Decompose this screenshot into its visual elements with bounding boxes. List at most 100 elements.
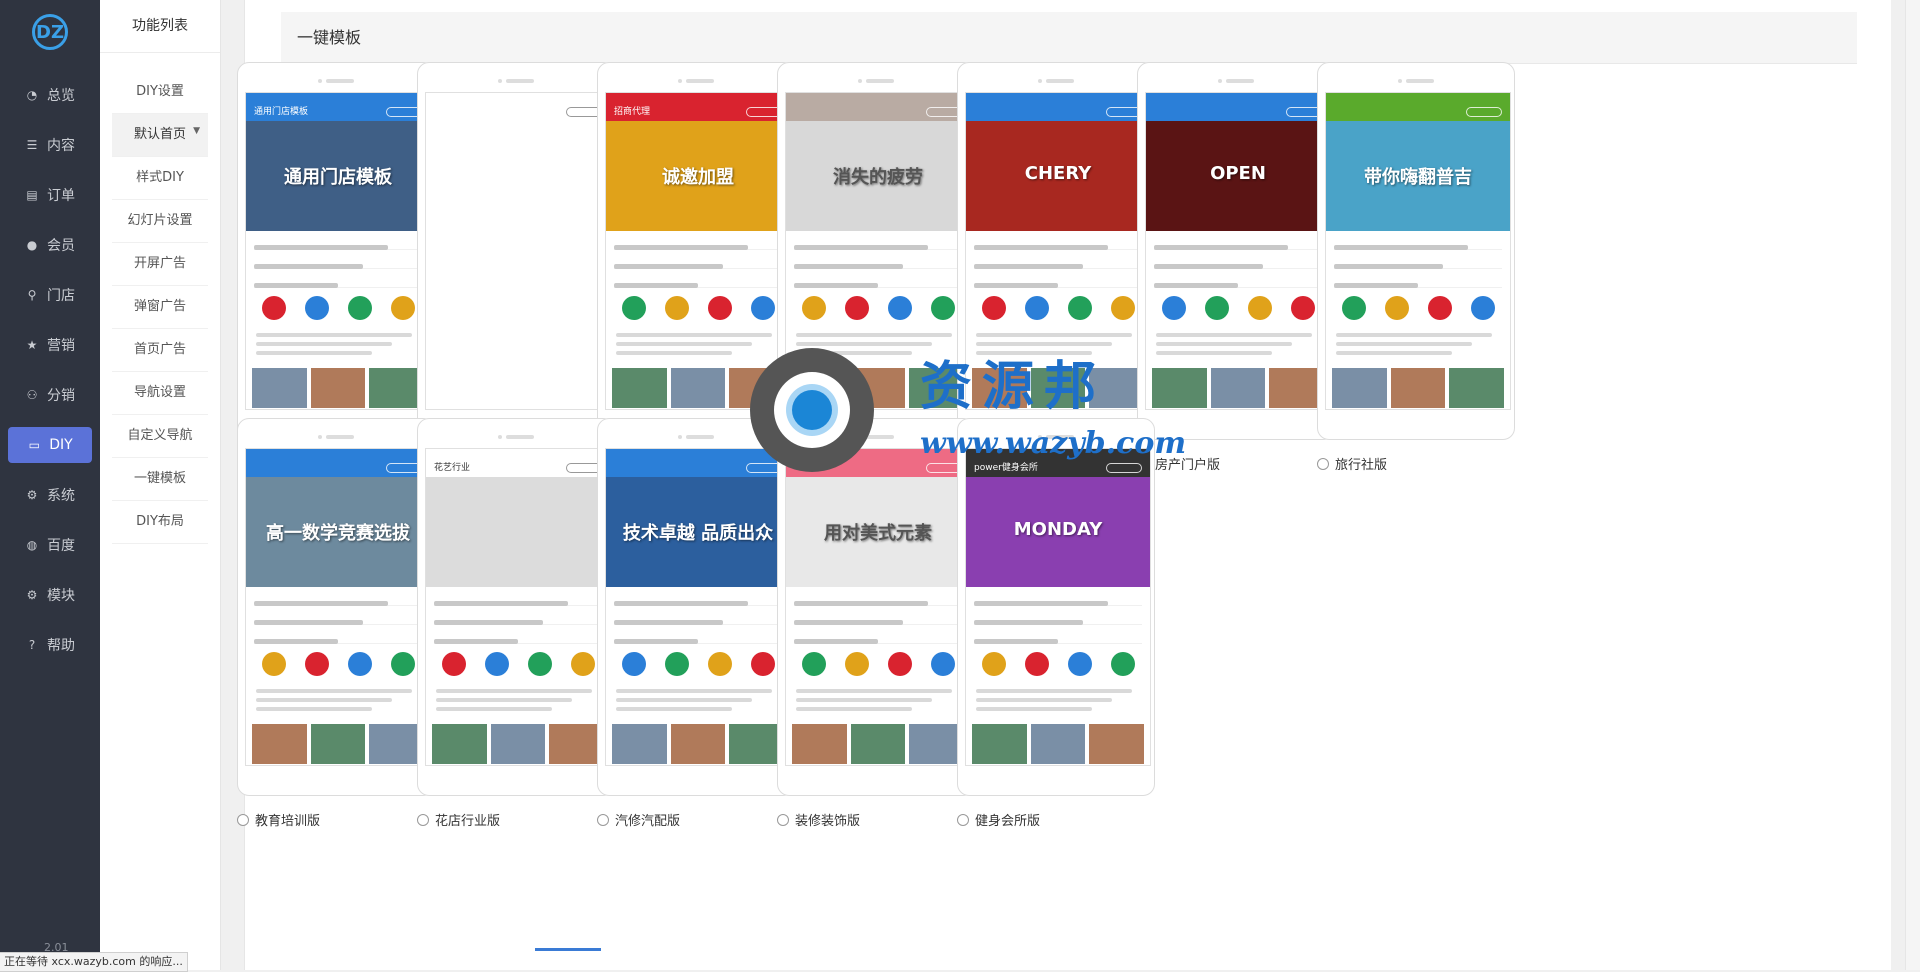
feature-icon: [1024, 652, 1049, 676]
template-preview[interactable]: 招商代理 诚邀加盟: [597, 62, 795, 440]
template-option[interactable]: 旅行社版: [1317, 454, 1387, 473]
active-tab-indicator: [535, 948, 601, 951]
nav-item-11[interactable]: ? 帮助: [0, 620, 100, 670]
submenu-item-label: 首页广告: [133, 342, 186, 357]
thumbnail-row: [966, 364, 1150, 409]
submenu-item-9[interactable]: 一键模板: [112, 458, 208, 501]
info-line: [254, 629, 422, 644]
star-icon: ★: [26, 338, 38, 352]
template-radio[interactable]: [1317, 457, 1329, 470]
template-preview[interactable]: 消失的疲劳: [777, 62, 975, 440]
icon-row: [1146, 288, 1330, 324]
thumbnail-image: [972, 368, 1027, 408]
text-block: [966, 324, 1150, 364]
submenu-item-label: 自定义导航: [127, 428, 193, 443]
nav-item-9[interactable]: ◍ 百度: [0, 520, 100, 570]
template-option[interactable]: 花店行业版: [417, 810, 500, 829]
diy-icon: ▭: [28, 438, 40, 452]
gear-icon: ⚙: [26, 488, 38, 502]
template-preview[interactable]: power健身会所 MONDAY: [957, 418, 1155, 796]
submenu-item-3[interactable]: 幻灯片设置: [112, 200, 208, 243]
page-scrollbar[interactable]: [1905, 0, 1920, 970]
phone-title: 花艺行业: [434, 463, 471, 473]
nav-item-7[interactable]: ▭ DIY: [8, 427, 92, 463]
nav-item-1[interactable]: ☰ 内容: [0, 120, 100, 170]
template-preview[interactable]: 用对美式元素: [777, 418, 975, 796]
template-preview[interactable]: 通用门店模板 通用门店模板: [237, 62, 435, 440]
feature-icon: [844, 652, 869, 676]
feature-icon: [1290, 296, 1315, 320]
phone-status-bar: [426, 449, 610, 459]
template-preview[interactable]: 高一数学竞赛选拔: [237, 418, 435, 796]
thumbnail-image: [432, 724, 487, 764]
banner-text: 带你嗨翻普吉: [1364, 167, 1472, 188]
thumbnail-image: [1152, 368, 1207, 408]
phone-status-bar: [246, 93, 430, 103]
nav-item-6[interactable]: ⚇ 分销: [0, 370, 100, 420]
nav-item-10[interactable]: ⚙ 模块: [0, 570, 100, 620]
phone-title-bar: 招商代理: [606, 103, 790, 121]
template-radio[interactable]: [957, 813, 969, 826]
phone-screen: 通用门店模板 通用门店模板: [245, 92, 431, 410]
info-line: [1154, 254, 1322, 269]
thumbnail-row: [246, 720, 430, 765]
template-radio[interactable]: [417, 813, 429, 826]
template-card: 花艺行业 花店行业版: [417, 418, 615, 829]
nav-item-label: DIY: [49, 437, 73, 453]
nav-item-3[interactable]: ● 会员: [0, 220, 100, 270]
feature-icon: [621, 652, 646, 676]
thumbnail-row: [606, 364, 790, 409]
nav-item-0[interactable]: ◔ 总览: [0, 70, 100, 120]
submenu-item-2[interactable]: 样式DIY: [112, 157, 208, 200]
submenu-item-1[interactable]: 默认首页 ▼: [112, 114, 208, 157]
phone-screen: power健身会所 MONDAY: [965, 448, 1151, 766]
phone-screen: OPEN: [1145, 92, 1331, 410]
template-preview[interactable]: OPEN: [1137, 62, 1335, 440]
feature-icon: [1067, 296, 1092, 320]
template-preview[interactable]: 技术卓越 品质出众: [597, 418, 795, 796]
template-preview[interactable]: CHERY: [957, 62, 1155, 440]
template-option[interactable]: 装修装饰版: [777, 810, 860, 829]
template-radio[interactable]: [777, 813, 789, 826]
text-block: [246, 324, 430, 364]
caret-down-icon: ▼: [193, 126, 200, 136]
nav-item-8[interactable]: ⚙ 系统: [0, 470, 100, 520]
user-icon: ●: [26, 238, 38, 252]
app-logo[interactable]: DZ: [32, 14, 68, 50]
template-radio[interactable]: [237, 813, 249, 826]
icon-row: [786, 644, 970, 680]
template-label: 装修装饰版: [795, 814, 861, 829]
template-preview[interactable]: 带你嗨翻普吉: [1317, 62, 1515, 440]
template-label: 花店行业版: [435, 814, 501, 829]
template-option[interactable]: 健身会所版: [957, 810, 1040, 829]
submenu-item-7[interactable]: 导航设置: [112, 372, 208, 415]
phone-screen: 用对美式元素: [785, 448, 971, 766]
submenu-item-0[interactable]: DIY设置: [112, 71, 208, 114]
phone-speaker: [1038, 435, 1074, 439]
template-preview[interactable]: [417, 62, 615, 440]
banner-text: CHERY: [1024, 163, 1092, 184]
submenu-item-4[interactable]: 开屏广告: [112, 243, 208, 286]
submenu-item-10[interactable]: DIY布局: [112, 501, 208, 544]
template-radio[interactable]: [597, 813, 609, 826]
submenu-item-5[interactable]: 弹窗广告: [112, 286, 208, 329]
feature-icon: [1384, 296, 1409, 320]
thumbnail-row: [786, 720, 970, 765]
module-icon: ⚙: [26, 588, 38, 602]
template-preview[interactable]: 花艺行业: [417, 418, 615, 796]
nav-item-2[interactable]: ▤ 订单: [0, 170, 100, 220]
thumbnail-row: [1146, 364, 1330, 409]
nav-item-label: 内容: [47, 138, 75, 154]
nav-item-4[interactable]: ⚲ 门店: [0, 270, 100, 320]
submenu-item-6[interactable]: 首页广告: [112, 329, 208, 372]
logo-text: DZ: [36, 21, 64, 43]
feature-icon: [304, 652, 329, 676]
template-option[interactable]: 教育培训版: [237, 810, 320, 829]
text-block: [1146, 324, 1330, 364]
phone-title-bar: power健身会所: [966, 459, 1150, 477]
phone-title: 通用门店模板: [254, 107, 309, 117]
nav-item-5[interactable]: ★ 营销: [0, 320, 100, 370]
icon-row: [966, 644, 1150, 680]
submenu-item-8[interactable]: 自定义导航: [112, 415, 208, 458]
template-option[interactable]: 汽修汽配版: [597, 810, 680, 829]
